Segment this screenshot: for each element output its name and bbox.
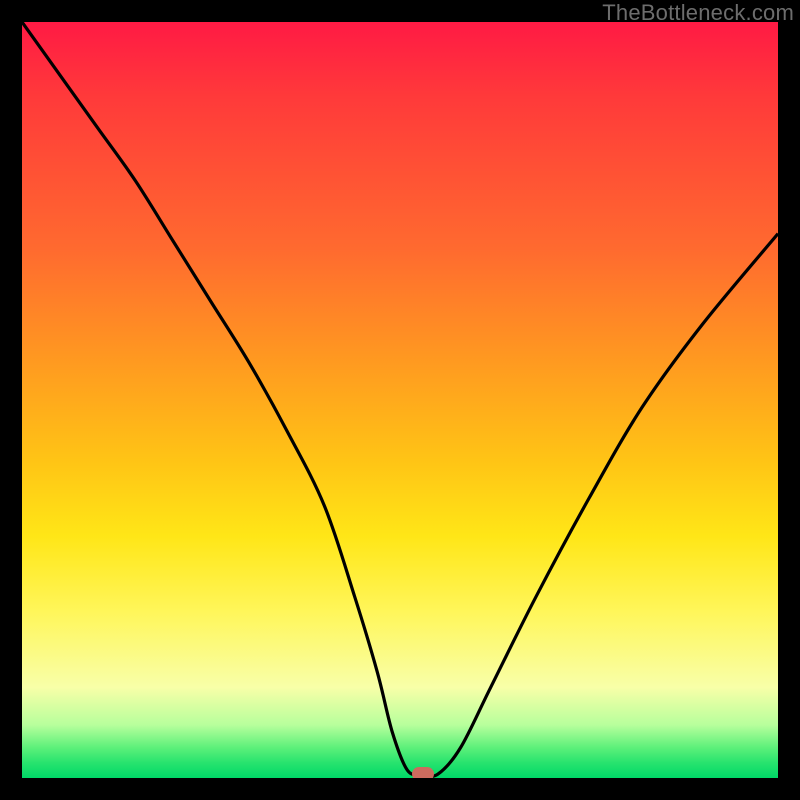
plot-area xyxy=(22,22,778,778)
bottleneck-chart: TheBottleneck.com xyxy=(0,0,800,800)
bottleneck-curve-path xyxy=(22,22,778,776)
curve-layer xyxy=(22,22,778,778)
attribution-text: TheBottleneck.com xyxy=(602,0,794,26)
optimal-marker xyxy=(412,767,434,778)
